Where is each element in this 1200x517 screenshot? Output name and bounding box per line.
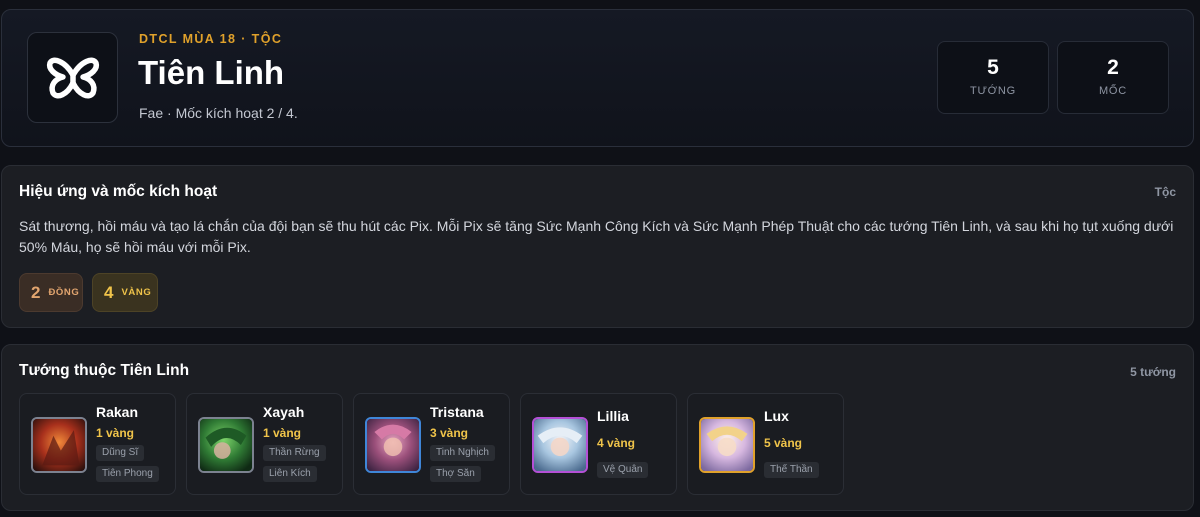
- section-title: Tướng thuộc Tiên Linh: [19, 362, 190, 379]
- champion-cost: 1 vàng: [263, 426, 302, 440]
- effects-section: Hiệu ứng và mốc kích hoạt Tộc Sát thương…: [1, 165, 1194, 328]
- champion-trait-tag: Vệ Quân: [597, 462, 649, 478]
- champion-trait-tag: Thần Rừng: [263, 445, 326, 461]
- champion-card-lillia[interactable]: Lillia 4 vàng Vệ Quân: [520, 393, 677, 495]
- champion-card-lux[interactable]: Lux 5 vàng Thế Thần: [687, 393, 844, 495]
- champion-name: Lux: [764, 408, 789, 424]
- champion-card-rakan[interactable]: Rakan 1 vàng Dũng Sĩ Tiên Phong: [19, 393, 176, 495]
- champion-name: Rakan: [96, 404, 139, 420]
- champion-trait-tag: Liên Kích: [263, 466, 317, 482]
- trait-description: Sát thương, hồi máu và tạo lá chắn của đ…: [19, 218, 1174, 255]
- champion-cost: 4 vàng: [597, 436, 636, 450]
- stat-champion-count: 5 TƯỚNG: [937, 41, 1049, 114]
- section-title: Hiệu ứng và mốc kích hoạt: [19, 183, 218, 200]
- champion-cost: 5 vàng: [764, 436, 803, 450]
- champion-trait-tag: Thợ Săn: [430, 466, 481, 482]
- champion-trait-tag: Tiên Phong: [96, 466, 159, 482]
- tier-count: 4: [104, 282, 114, 302]
- page-eyebrow: DTCL MÙA 18 · TỘC: [139, 32, 283, 46]
- tier-badge-gold: 4 VÀNG: [92, 273, 158, 312]
- champion-name: Tristana: [430, 404, 484, 420]
- champion-portrait: [198, 417, 254, 473]
- champion-portrait: [31, 417, 87, 473]
- stat-label: TƯỚNG: [969, 85, 1017, 97]
- stat-tier-count: 2 MỐC: [1057, 41, 1169, 114]
- champion-name: Xayah: [263, 404, 305, 420]
- champion-cost: 3 vàng: [430, 426, 469, 440]
- champion-portrait: [365, 417, 421, 473]
- section-type-label: Tộc: [1154, 185, 1176, 199]
- champion-portrait: [699, 417, 755, 473]
- champions-section: Tướng thuộc Tiên Linh 5 tướng Rakan 1 và…: [1, 344, 1194, 511]
- stat-label: MỐC: [1098, 85, 1128, 97]
- tier-label: VÀNG: [121, 287, 152, 298]
- champion-portrait: [532, 417, 588, 473]
- stat-value: 5: [987, 56, 999, 79]
- trait-header: DTCL MÙA 18 · TỘC Tiên Linh Fae · Mốc kí…: [1, 9, 1194, 147]
- tier-count: 2: [31, 282, 41, 302]
- champion-name: Lillia: [597, 408, 629, 424]
- stat-value: 2: [1107, 56, 1119, 79]
- champion-card-xayah[interactable]: Xayah 1 vàng Thần Rừng Liên Kích: [186, 393, 343, 495]
- champion-cost: 1 vàng: [96, 426, 135, 440]
- champion-trait-tag: Dũng Sĩ: [96, 445, 145, 461]
- fae-butterfly-icon: [46, 57, 99, 98]
- champion-trait-tag: Tinh Nghịch: [430, 445, 495, 461]
- tier-badge-bronze: 2 ĐỒNG: [19, 273, 83, 312]
- champion-trait-tag: Thế Thần: [764, 462, 819, 478]
- champion-count-label: 5 tướng: [1130, 365, 1176, 379]
- trait-emblem: [27, 32, 118, 123]
- page-subtitle: Fae · Mốc kích hoạt 2 / 4.: [139, 105, 298, 121]
- page-title: Tiên Linh: [138, 54, 285, 91]
- champion-card-tristana[interactable]: Tristana 3 vàng Tinh Nghịch Thợ Săn: [353, 393, 510, 495]
- tier-label: ĐỒNG: [48, 287, 80, 298]
